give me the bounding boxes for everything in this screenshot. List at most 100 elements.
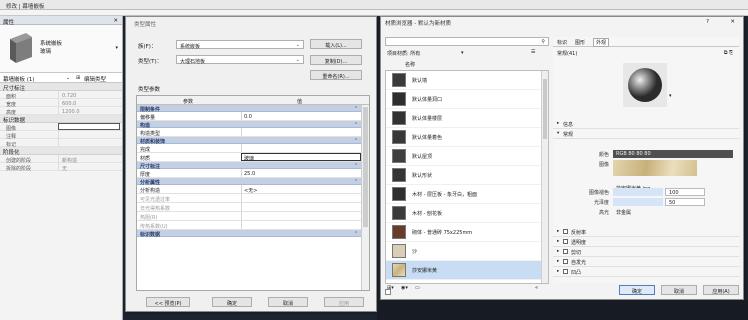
preview-button[interactable]: << 预览(P): [146, 297, 190, 307]
grid-scrollbar[interactable]: [361, 105, 369, 290]
rename-button[interactable]: 重命名(R)...: [310, 70, 362, 80]
apply-button[interactable]: 应用(A): [703, 285, 739, 295]
parameter-row[interactable]: 日光得热系数: [137, 203, 361, 212]
instance-selector[interactable]: 幕墙嵌板 (1) ⌄ ⊞ 编辑类型: [0, 73, 122, 83]
appearance-field[interactable]: 图像: [553, 159, 739, 177]
material-item[interactable]: 砌体 - 普通砖 75x225mm: [386, 223, 548, 242]
asset-browser-icon[interactable]: ▭: [415, 285, 420, 291]
chevron-down-icon[interactable]: ▾: [669, 93, 672, 99]
property-row[interactable]: 创建的阶段 新构造: [0, 155, 122, 164]
property-category[interactable]: 尺寸标注: [0, 83, 122, 92]
property-category[interactable]: 阶段化: [0, 147, 122, 156]
chevron-up-icon[interactable]: ⌃: [354, 179, 358, 185]
checkbox-icon[interactable]: [563, 269, 568, 274]
view-options-icon[interactable]: ☰: [531, 49, 535, 55]
appearance-field[interactable]: 图像褪色 100: [553, 187, 739, 197]
property-row[interactable]: 注释: [0, 131, 122, 140]
material-item[interactable]: 沙: [386, 242, 548, 261]
parameter-row[interactable]: 热阻(R): [137, 212, 361, 221]
parameter-group[interactable]: 标识数据 ⌃: [137, 230, 361, 238]
material-item[interactable]: 默认体量着色: [386, 128, 548, 147]
property-row[interactable]: 标记: [0, 139, 122, 148]
appearance-section[interactable]: ▸ 剪切: [553, 247, 739, 257]
chevron-up-icon[interactable]: ⌃: [354, 231, 358, 237]
field-value[interactable]: [613, 188, 663, 196]
appearance-section[interactable]: ▸ 透明度: [553, 237, 739, 247]
drawing-canvas[interactable]: [377, 300, 748, 320]
parameter-row[interactable]: 材质 玻璃: [137, 153, 361, 162]
parameter-row[interactable]: 厚度 25.0: [137, 169, 361, 178]
type-select[interactable]: 大理石地板 ⌄: [176, 55, 304, 65]
asset-actions-icon[interactable]: ⧉ ⎘: [724, 50, 733, 56]
appearance-field[interactable]: 高光 非金属: [553, 207, 739, 217]
field-number-box[interactable]: 50: [665, 198, 705, 206]
chevron-up-icon[interactable]: ⌃: [354, 163, 358, 169]
appearance-field[interactable]: 颜色 RGB 80 80 80: [553, 149, 739, 159]
chevron-up-icon[interactable]: ⌃: [354, 122, 358, 128]
field-value[interactable]: RGB 80 80 80: [613, 150, 733, 158]
parameter-row[interactable]: 传热系数(U): [137, 221, 361, 230]
parameter-row[interactable]: 完成: [137, 144, 361, 153]
tab-appearance[interactable]: 外观: [593, 38, 610, 47]
material-item[interactable]: 默认形状: [386, 166, 548, 185]
parameter-row[interactable]: 可见光透过率: [137, 194, 361, 203]
help-icon[interactable]: ?: [706, 19, 709, 25]
checkbox-icon[interactable]: [563, 229, 568, 234]
ok-button[interactable]: 确定: [619, 285, 655, 295]
cancel-button[interactable]: 取消: [661, 285, 697, 295]
chevron-down-icon[interactable]: ▾: [557, 131, 559, 136]
tab-identity[interactable]: 标识: [557, 39, 567, 46]
chevron-right-icon[interactable]: ▸: [557, 269, 559, 274]
appearance-section[interactable]: ▸ 反射率: [553, 227, 739, 237]
checkbox-icon[interactable]: [563, 259, 568, 264]
appearance-field[interactable]: 莎安娜米黄.jpg: [553, 177, 739, 192]
type-selector-preview[interactable]: 系统嵌板 玻璃 ▾: [0, 25, 122, 73]
section-info[interactable]: ▸ 信息: [553, 119, 739, 129]
material-value-field[interactable]: [241, 153, 361, 161]
list-scrollbar[interactable]: [541, 71, 548, 283]
chevron-right-icon[interactable]: ▸: [557, 229, 559, 234]
appearance-field[interactable]: 光泽度 50: [553, 197, 739, 207]
field-value[interactable]: [613, 160, 697, 176]
checkbox-icon[interactable]: [563, 239, 568, 244]
property-category[interactable]: 标识数据: [0, 115, 122, 124]
material-item[interactable]: 莎安娜米黄: [386, 261, 548, 280]
material-item[interactable]: 默认体量洞口: [386, 90, 548, 109]
close-icon[interactable]: ✕: [730, 19, 735, 25]
library-panel-toggle-icon[interactable]: [385, 289, 391, 295]
field-value[interactable]: [613, 198, 663, 206]
section-general[interactable]: ▾ 常规: [553, 129, 739, 139]
checkbox-icon[interactable]: [563, 249, 568, 254]
parameter-row[interactable]: 分析构造 <无>: [137, 185, 361, 194]
material-item[interactable]: 默认屋顶: [386, 147, 548, 166]
image-value-field[interactable]: [58, 123, 120, 130]
material-item[interactable]: 默认体量楼层: [386, 109, 548, 128]
field-value[interactable]: 非金属: [613, 208, 673, 216]
scrollbar-thumb[interactable]: [543, 79, 547, 139]
parameter-group[interactable]: 尺寸标注 ⌃: [137, 162, 361, 170]
property-row[interactable]: 图像: [0, 123, 122, 132]
appearance-section[interactable]: ▸ 自发光: [553, 257, 739, 267]
chevron-up-icon[interactable]: ⌃: [354, 138, 358, 144]
filter-dropdown-icon[interactable]: ▾: [461, 50, 464, 56]
property-row[interactable]: 拆除的阶段 无: [0, 163, 122, 172]
chevron-right-icon[interactable]: ▸: [557, 249, 559, 254]
parameter-group[interactable]: 构造 ⌃: [137, 121, 361, 129]
material-item[interactable]: 木材 - 刨花板: [386, 204, 548, 223]
parameter-group[interactable]: 限制条件 ⌃: [137, 105, 361, 113]
chevron-down-icon[interactable]: ▾: [115, 45, 118, 51]
tab-graphics[interactable]: 图形: [575, 39, 585, 46]
chevron-down-icon[interactable]: ⌄: [66, 75, 70, 81]
collapse-icon[interactable]: «: [535, 285, 538, 291]
parameter-row[interactable]: 偏移量 0.0: [137, 112, 361, 121]
chevron-right-icon[interactable]: ▸: [557, 259, 559, 264]
cancel-button[interactable]: 取消: [268, 297, 308, 307]
ok-button[interactable]: 确定: [212, 297, 252, 307]
property-row[interactable]: 高度 1200.0: [0, 107, 122, 116]
create-material-icon[interactable]: ◉▾: [401, 285, 408, 291]
chevron-up-icon[interactable]: ⌃: [354, 106, 358, 112]
parameter-group[interactable]: 材质和装饰 ⌃: [137, 137, 361, 145]
parameter-group[interactable]: 分析属性 ⌃: [137, 178, 361, 186]
property-row[interactable]: 宽度 600.0: [0, 99, 122, 108]
material-search-input[interactable]: ⚲: [385, 37, 549, 46]
